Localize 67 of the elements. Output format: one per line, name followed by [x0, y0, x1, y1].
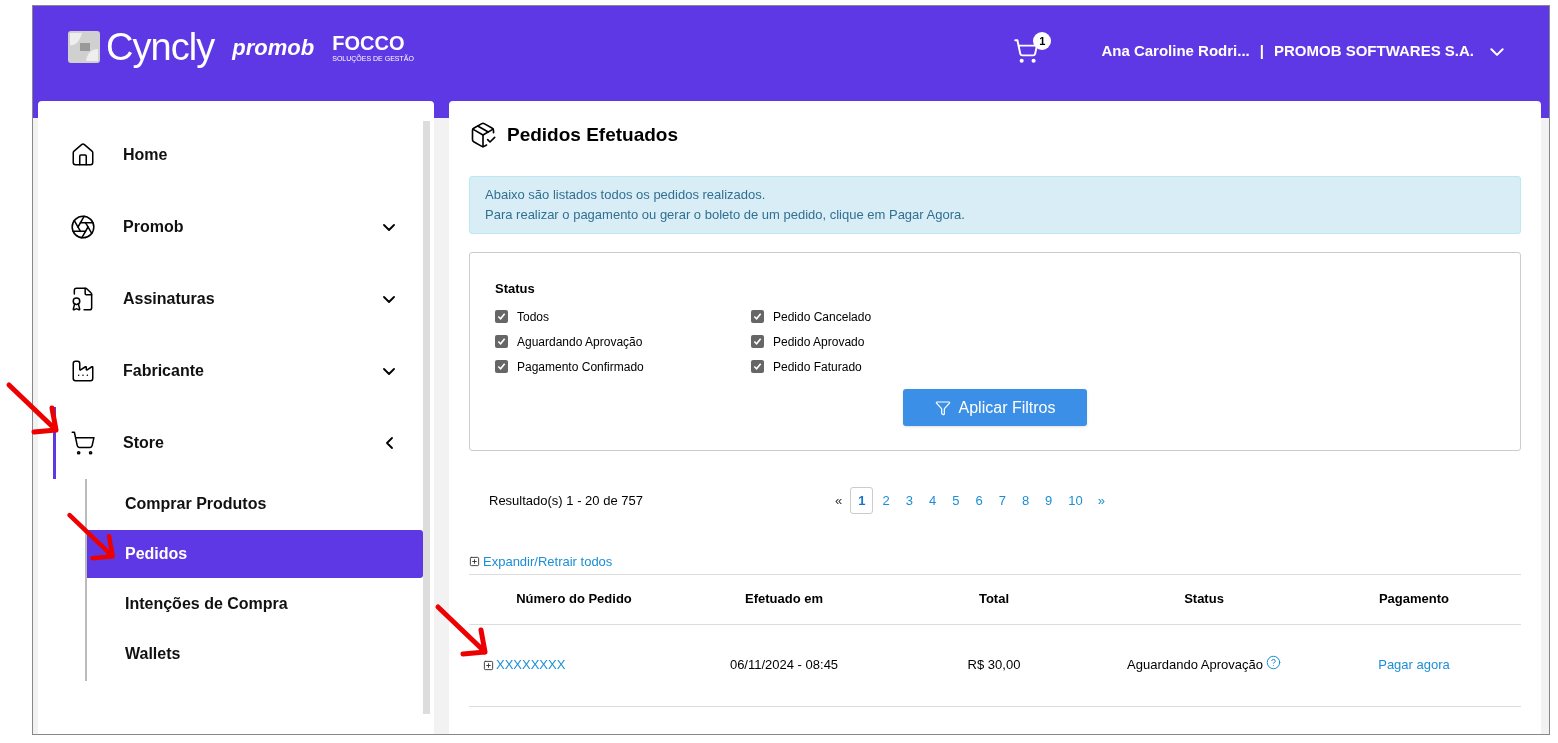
- cart-icon: [1013, 38, 1040, 64]
- sidebar-item[interactable]: Store: [38, 415, 423, 471]
- column-header: Efetuado em: [744, 590, 824, 609]
- column-header: Número do Pedido: [515, 590, 633, 609]
- expand-all-link[interactable]: Expandir/Retrair todos: [469, 552, 613, 572]
- checkbox[interactable]: [495, 310, 508, 323]
- pagination-prev[interactable]: «: [829, 490, 849, 511]
- brand-logo: Cyncly: [106, 28, 215, 66]
- checkbox-label: Todos: [517, 308, 550, 326]
- submenu-item[interactable]: Intenções de Compra: [87, 580, 423, 628]
- checkbox[interactable]: [495, 335, 508, 348]
- page-link[interactable]: 3: [898, 487, 920, 514]
- factory-icon: [70, 358, 96, 384]
- info-alert: Abaixo são listados todos os pedidos realizados. Para realizar o pagamento ou gerar o boleto de um pedido, clique em Pagar Agora.: [469, 175, 1521, 234]
- submenu-item[interactable]: Wallets: [87, 630, 423, 678]
- results-count: Resultado(s) 1 - 20 de 757: [489, 492, 644, 510]
- home-icon: [70, 142, 96, 168]
- sidebar-item[interactable]: Promob: [38, 199, 423, 255]
- sidebar-item[interactable]: Home: [38, 127, 423, 183]
- pay-now-link[interactable]: Pagar agora: [1378, 655, 1450, 675]
- brand-logo: FOCCO: [332, 32, 405, 53]
- page-link[interactable]: 2: [875, 487, 897, 514]
- chevron-down-icon: [1490, 46, 1504, 56]
- checkbox[interactable]: [751, 310, 764, 323]
- table-cell-text: Aguardando Aprovação: [1127, 656, 1263, 675]
- checkbox[interactable]: [495, 360, 508, 373]
- page-link[interactable]: 5: [945, 487, 967, 514]
- sidebar-item[interactable]: Fabricante: [38, 343, 423, 399]
- expand-icon: [469, 556, 480, 568]
- page-link[interactable]: 10: [1061, 487, 1090, 514]
- user-menu[interactable]: Ana Caroline Rodri... | PROMOB SOFTWARES S.A.: [1101, 40, 1504, 63]
- expand-icon: [483, 659, 494, 671]
- checkbox[interactable]: [751, 335, 764, 348]
- package-check-icon: [469, 121, 497, 150]
- logo-icon: [68, 31, 100, 63]
- page-link[interactable]: 4: [921, 487, 944, 514]
- order-link[interactable]: XXXXXXXX: [469, 655, 679, 675]
- submenu-item[interactable]: Comprar Produtos: [87, 480, 423, 528]
- column-header: Pagamento: [1377, 590, 1451, 609]
- checkbox-label: Pedido Cancelado: [773, 308, 872, 326]
- checkbox-label: Pagamento Confirmado: [517, 358, 644, 376]
- help-icon[interactable]: [1265, 654, 1281, 670]
- brand-logo: promob: [232, 33, 315, 62]
- page-link[interactable]: 6: [968, 487, 990, 514]
- filter-icon: [934, 399, 951, 416]
- table-cell-text: 06/11/2024 - 08:45: [728, 656, 840, 675]
- table-cell-text: R$ 30,00: [966, 656, 1022, 675]
- checkbox[interactable]: [751, 360, 764, 373]
- checkbox-label: Pedido Faturado: [773, 358, 862, 376]
- cart-button[interactable]: 1: [1013, 32, 1052, 64]
- page-title: Pedidos Efetuados: [507, 123, 679, 147]
- filter-title: Status: [495, 279, 536, 298]
- column-header: Status: [1183, 590, 1225, 609]
- page-link[interactable]: 9: [1038, 487, 1060, 514]
- page-link[interactable]: 1: [850, 487, 874, 514]
- aperture-icon: [70, 214, 96, 240]
- column-header: Total: [977, 590, 1011, 609]
- checkbox-label: Aguardando Aprovação: [517, 333, 643, 351]
- cart-icon: [70, 430, 96, 456]
- page-link[interactable]: 8: [1014, 487, 1037, 514]
- apply-filters-button[interactable]: Aplicar Filtros: [902, 389, 1088, 426]
- sidebar-item[interactable]: Assinaturas: [38, 271, 423, 327]
- checkbox-label: Pedido Aprovado: [773, 333, 865, 351]
- submenu-item[interactable]: Pedidos: [87, 530, 423, 578]
- page-link[interactable]: 7: [991, 487, 1013, 514]
- pagination-next[interactable]: »: [1091, 490, 1112, 511]
- cart-badge: 1: [1033, 32, 1052, 50]
